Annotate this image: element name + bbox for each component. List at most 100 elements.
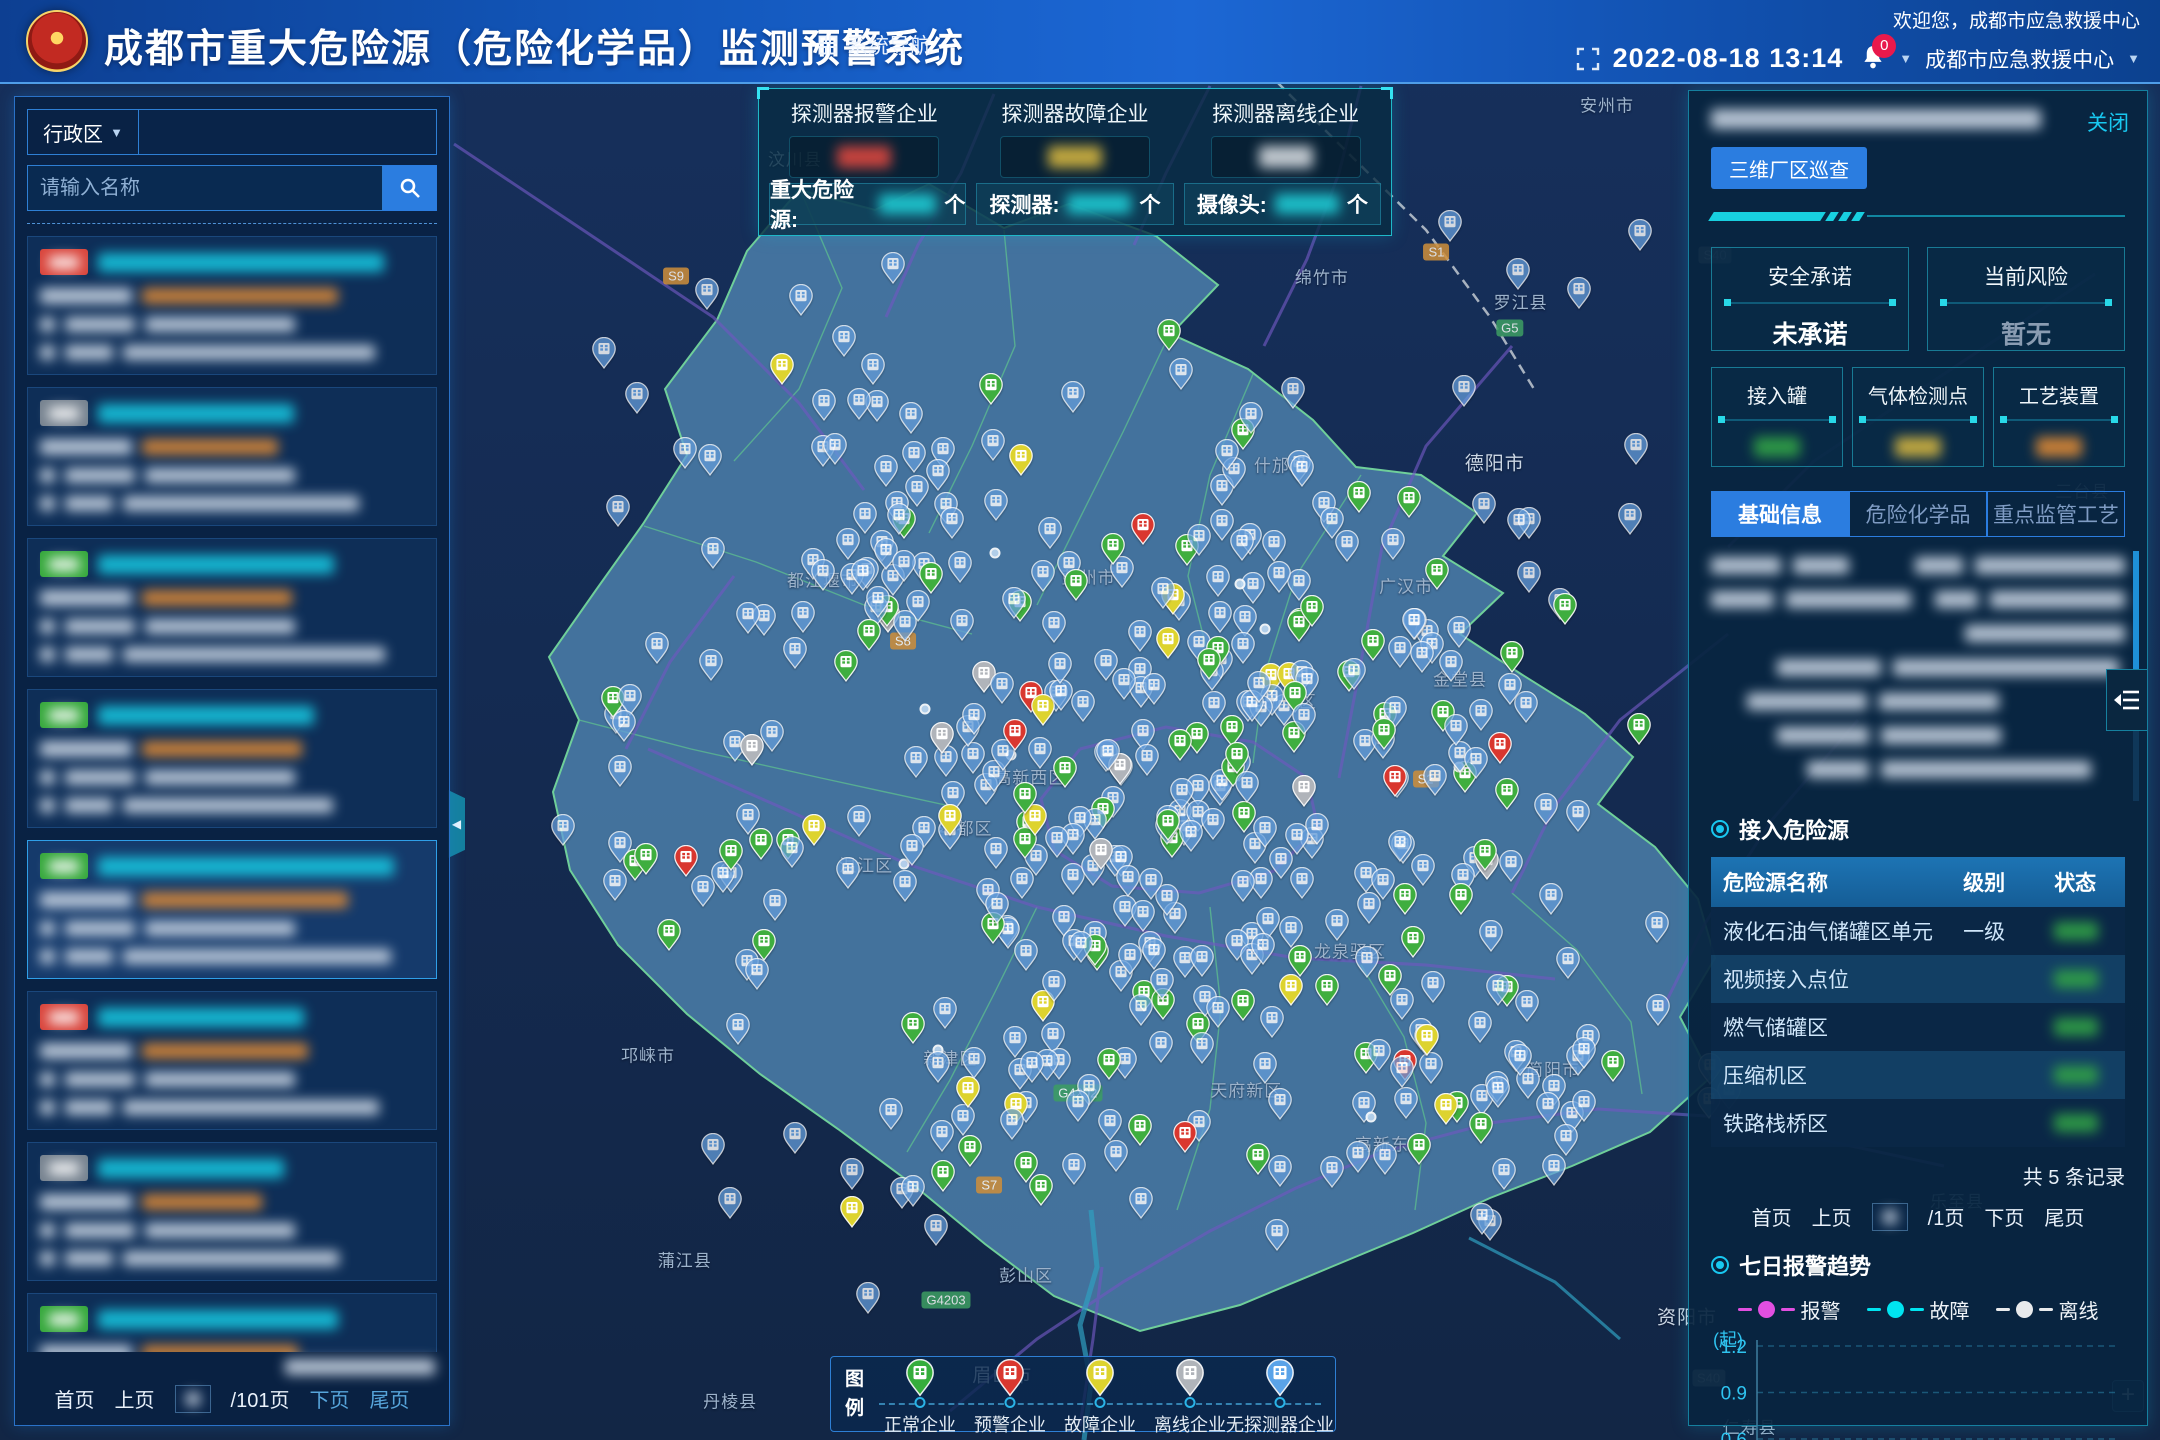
company-card[interactable] — [27, 991, 437, 1130]
map-marker-blue[interactable] — [1186, 524, 1212, 556]
map-marker-blue[interactable] — [1393, 1087, 1419, 1119]
map-marker-blue[interactable] — [1201, 691, 1227, 723]
map-marker-blue[interactable] — [1264, 1219, 1290, 1251]
map-marker-blue[interactable] — [1230, 632, 1256, 664]
map-marker-blue[interactable] — [835, 857, 861, 889]
map-marker-blue[interactable] — [1409, 641, 1435, 673]
map-marker-green[interactable] — [833, 650, 859, 682]
map-marker-blue[interactable] — [1027, 737, 1053, 769]
region-filter-value-input[interactable] — [138, 110, 436, 154]
map-marker-blue[interactable] — [892, 610, 918, 642]
map-marker-blue[interactable] — [1468, 699, 1494, 731]
map-marker-blue[interactable] — [1115, 865, 1141, 897]
plant-3d-tour-button[interactable]: 三维厂区巡查 — [1711, 147, 1867, 189]
map-marker-gray[interactable] — [739, 734, 765, 766]
page-next[interactable]: 下页 — [309, 1384, 349, 1413]
map-marker-blue[interactable] — [1533, 793, 1559, 825]
map-marker-blue[interactable] — [1246, 671, 1272, 703]
map-marker-blue[interactable] — [1041, 611, 1067, 643]
map-marker-blue[interactable] — [860, 353, 886, 385]
map-marker-blue[interactable] — [1645, 994, 1671, 1026]
map-marker-blue[interactable] — [779, 836, 805, 868]
map-marker-blue[interactable] — [1497, 673, 1523, 705]
company-card[interactable] — [27, 236, 437, 375]
map-marker-blue[interactable] — [1267, 1088, 1293, 1120]
map-marker-blue[interactable] — [983, 837, 1009, 869]
map-marker-blue[interactable] — [1467, 1011, 1493, 1043]
map-marker-blue[interactable] — [873, 455, 899, 487]
map-marker-blue[interactable] — [1418, 1052, 1444, 1084]
company-card[interactable] — [27, 387, 437, 526]
map-marker-blue[interactable] — [1065, 1090, 1091, 1122]
map-marker-blue[interactable] — [624, 382, 650, 414]
map-marker-blue[interactable] — [1291, 703, 1317, 735]
map-marker-blue[interactable] — [1284, 823, 1310, 855]
map-marker-blue[interactable] — [984, 892, 1010, 924]
map-marker-blue[interactable] — [762, 889, 788, 921]
map-marker-blue[interactable] — [1230, 870, 1256, 902]
map-marker-blue[interactable] — [950, 1104, 976, 1136]
map-marker-yellow[interactable] — [1414, 1024, 1440, 1056]
map-marker-dot[interactable] — [1260, 624, 1271, 635]
map-marker-green[interactable] — [1406, 1133, 1432, 1165]
map-marker-yellow[interactable] — [1008, 444, 1034, 476]
map-marker-blue[interactable] — [1541, 1154, 1567, 1186]
map-marker-blue[interactable] — [961, 703, 987, 735]
map-marker-blue[interactable] — [880, 252, 906, 284]
map-marker-blue[interactable] — [1093, 649, 1119, 681]
map-marker-blue[interactable] — [947, 551, 973, 583]
system-nav-button[interactable]: 系统导航 — [818, 30, 931, 60]
map-marker-blue[interactable] — [1068, 931, 1094, 963]
map-marker-green[interactable] — [1396, 486, 1422, 518]
map-marker-green[interactable] — [1448, 883, 1474, 915]
map-marker-blue[interactable] — [1469, 1203, 1495, 1235]
hz-page-input[interactable] — [1872, 1203, 1908, 1231]
map-marker-green[interactable] — [1231, 801, 1257, 833]
map-marker-blue[interactable] — [1214, 439, 1240, 471]
map-marker-blue[interactable] — [790, 601, 816, 633]
map-marker-blue[interactable] — [1117, 943, 1143, 975]
sidebar-collapse-tab[interactable]: ◀ — [448, 790, 465, 858]
map-marker-green[interactable] — [1360, 629, 1386, 661]
map-marker-green[interactable] — [1346, 481, 1372, 513]
map-marker-blue[interactable] — [1566, 277, 1592, 309]
map-marker-blue[interactable] — [1128, 994, 1154, 1026]
map-marker-blue[interactable] — [949, 609, 975, 641]
map-marker-green[interactable] — [1299, 595, 1325, 627]
map-marker-blue[interactable] — [1555, 947, 1581, 979]
map-marker-blue[interactable] — [1207, 601, 1233, 633]
map-marker-blue[interactable] — [1289, 455, 1315, 487]
map-marker-green[interactable] — [1156, 319, 1182, 351]
map-marker-green[interactable] — [900, 1012, 926, 1044]
map-marker-blue[interactable] — [1571, 1090, 1597, 1122]
map-marker-green[interactable] — [1494, 778, 1520, 810]
map-marker-blue[interactable] — [898, 402, 924, 434]
map-marker-red[interactable] — [1002, 719, 1028, 751]
tab-危险化学品[interactable]: 危险化学品 — [1849, 491, 1987, 537]
map-marker-blue[interactable] — [1319, 507, 1345, 539]
hz-page-first[interactable]: 首页 — [1752, 1202, 1792, 1231]
page-last[interactable]: 尾页 — [369, 1384, 409, 1413]
map-marker-blue[interactable] — [1437, 210, 1463, 242]
map-marker-blue[interactable] — [835, 528, 861, 560]
map-marker-blue[interactable] — [1013, 939, 1039, 971]
map-marker-blue[interactable] — [901, 441, 927, 473]
map-marker-blue[interactable] — [591, 337, 617, 369]
map-marker-green[interactable] — [1167, 729, 1193, 761]
map-marker-green[interactable] — [1063, 569, 1089, 601]
map-marker-blue[interactable] — [1535, 1092, 1561, 1124]
map-marker-blue[interactable] — [846, 805, 872, 837]
map-marker-blue[interactable] — [1627, 219, 1653, 251]
company-card[interactable] — [27, 840, 437, 979]
map-marker-blue[interactable] — [891, 550, 917, 582]
map-marker-green[interactable] — [1377, 964, 1403, 996]
map-marker-blue[interactable] — [886, 503, 912, 535]
map-marker-blue[interactable] — [878, 1098, 904, 1130]
map-marker-blue[interactable] — [1030, 560, 1056, 592]
map-marker-blue[interactable] — [1009, 867, 1035, 899]
map-marker-green[interactable] — [1224, 742, 1250, 774]
map-marker-blue[interactable] — [1261, 530, 1287, 562]
user-menu[interactable]: 成都市应急救援中心 — [1925, 44, 2114, 74]
map-marker-blue[interactable] — [788, 284, 814, 316]
map-marker-blue[interactable] — [1422, 764, 1448, 796]
